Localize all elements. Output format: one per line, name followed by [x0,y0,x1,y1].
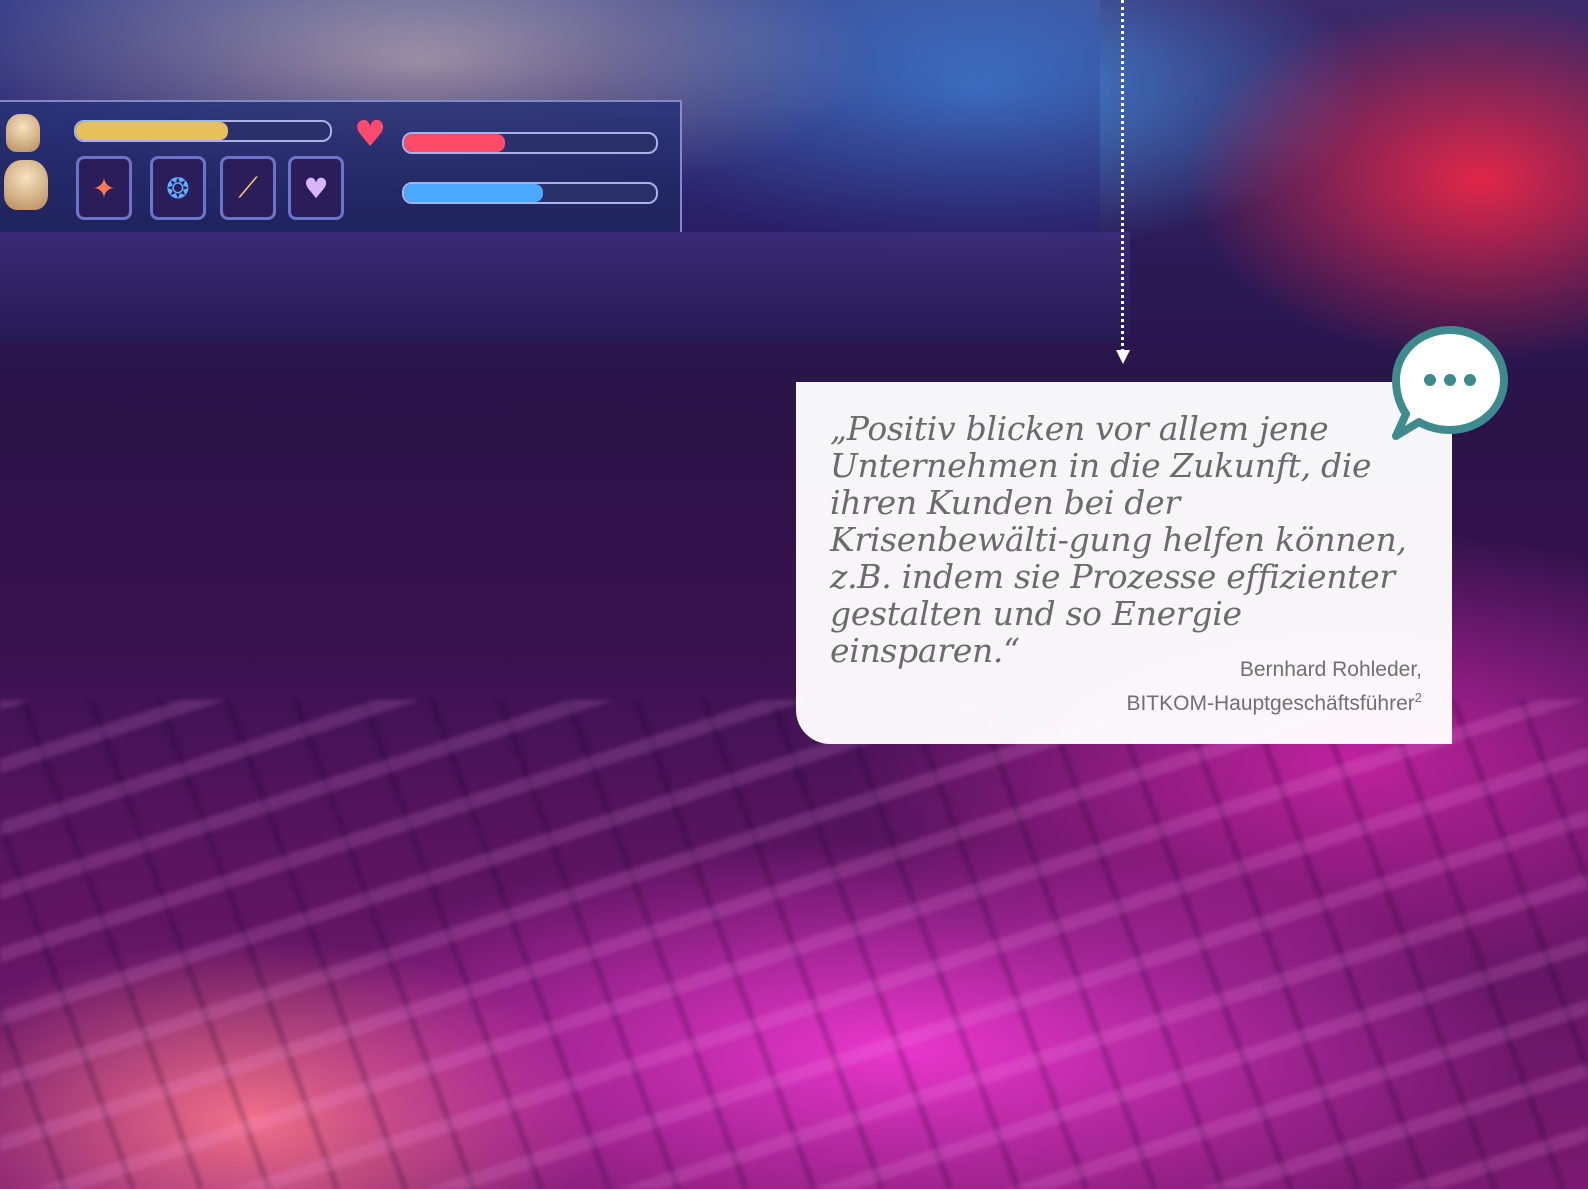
footnote-marker: 2 [1414,690,1422,705]
photo-scene: ✦ ❂ ⟋ ♥ ♥ „Positiv blicken vor allem jen… [0,0,1588,1189]
quote-text: „Positiv blicken vor allem jene Unterneh… [830,409,1407,670]
heart-icon: ♥ [354,114,387,155]
pointer-arrow-icon [1116,350,1130,364]
game-hud: ✦ ❂ ⟋ ♥ [0,100,682,232]
author-title: BITKOM-Hauptgeschäftsführer [1126,692,1415,715]
stamina-bar-fill [76,122,229,140]
speech-bubble-icon [1392,326,1508,440]
keyboard-bokeh [0,700,1588,1189]
author-title-line: BITKOM-Hauptgeschäftsführer2 [1126,684,1422,718]
stamina-bar [74,120,332,142]
skill-slot-icon: ⟋ [220,156,276,220]
skill-slot-icon: ✦ [76,156,132,220]
author-name: Bernhard Rohleder, [1239,658,1422,681]
pointer-dotted-line [1121,0,1124,352]
skill-slot-icon: ❂ [150,156,206,220]
health-bar [402,132,658,154]
quote-card: „Positiv blicken vor allem jene Unterneh… [796,382,1452,744]
quote-attribution: Bernhard Rohleder, BITKOM-Hauptgeschäfts… [1126,656,1422,718]
mana-bar [402,182,658,204]
hud-avatar [4,160,48,210]
monitor-bezel [0,232,1130,342]
health-bar-fill [404,134,505,152]
hud-avatar [6,114,40,152]
mana-bar-fill [404,184,543,202]
skill-slot-icon: ♥ [288,156,344,220]
